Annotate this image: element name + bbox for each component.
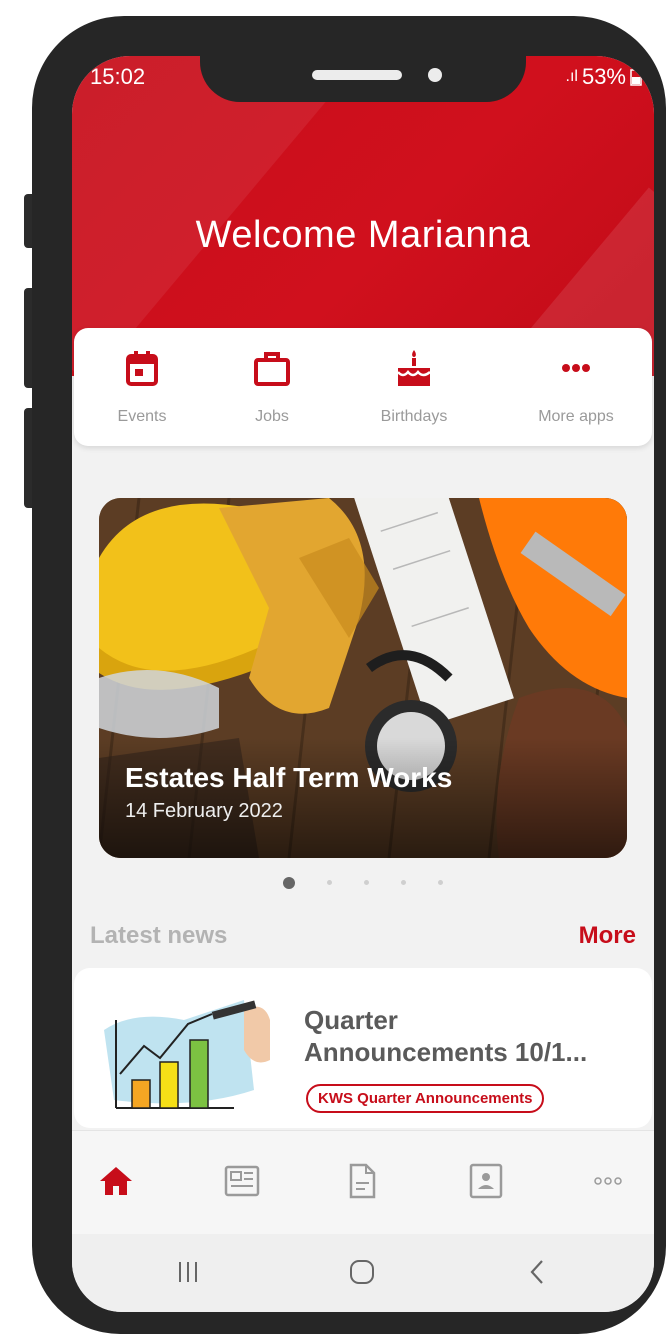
growth-chart-image (104, 1000, 270, 1109)
featured-banner[interactable]: Estates Half Term Works 14 February 2022 (99, 498, 627, 858)
app-label: More apps (538, 408, 614, 425)
app-label: Birthdays (380, 408, 448, 425)
news-icon[interactable] (222, 1161, 262, 1201)
home-icon[interactable] (96, 1161, 136, 1201)
carousel-dot[interactable] (401, 880, 406, 886)
quick-apps-card: Events Jobs Birthdays More apps (74, 328, 652, 446)
battery-level: 53% (581, 64, 626, 89)
more-dots-icon[interactable] (588, 1161, 628, 1201)
news-title-line: Announcements 10/1... (304, 1037, 588, 1067)
more-dots-icon (562, 364, 590, 372)
carousel-indicator (72, 874, 654, 892)
app-events[interactable]: Events (82, 328, 202, 446)
news-category-tag[interactable]: KWS Quarter Announcements (306, 1084, 545, 1113)
app-more[interactable]: More apps (516, 328, 636, 446)
calendar-icon (126, 351, 158, 386)
briefcase-icon (254, 352, 290, 386)
news-title-line: Quarter (304, 1005, 398, 1035)
battery-icon (630, 68, 642, 86)
document-icon[interactable] (342, 1161, 382, 1201)
carousel-dot[interactable] (364, 880, 369, 886)
signal-icon: .ıl (565, 68, 578, 85)
carousel-dot-active[interactable] (283, 876, 295, 889)
app-label: Jobs (255, 408, 289, 425)
front-camera (428, 68, 442, 82)
status-time: 15:02 (90, 64, 146, 89)
latest-news-title: Latest news (90, 922, 228, 949)
news-item-title: Quarter Announcements 10/1... (304, 1004, 587, 1068)
welcome-title: Welcome Marianna (195, 214, 531, 256)
app-birthdays[interactable]: Birthdays (354, 328, 474, 446)
news-more-link[interactable]: More (579, 922, 636, 950)
banner-title: Estates Half Term Works (125, 762, 453, 793)
carousel-dot[interactable] (438, 880, 443, 886)
system-navigation-bar (72, 1234, 654, 1312)
bottom-nav (72, 1130, 654, 1235)
cake-icon (397, 350, 431, 386)
status-icons: .ıl 53% (566, 64, 643, 90)
speaker-grille (312, 70, 402, 80)
contact-card-icon[interactable] (466, 1161, 506, 1201)
app-jobs[interactable]: Jobs (212, 328, 332, 446)
app-label: Events (117, 408, 167, 425)
home-button-icon[interactable] (342, 1252, 382, 1292)
banner-date: 14 February 2022 (125, 800, 283, 822)
recent-apps-icon[interactable] (168, 1252, 208, 1292)
news-item[interactable]: Quarter Announcements 10/1... KWS Quarte… (74, 968, 652, 1128)
carousel-dot[interactable] (327, 880, 332, 886)
app-screen: 15:02 .ıl 53% Welcome Marianna Events Jo… (72, 56, 654, 1312)
camera-notch (200, 56, 526, 102)
back-icon[interactable] (518, 1252, 558, 1292)
